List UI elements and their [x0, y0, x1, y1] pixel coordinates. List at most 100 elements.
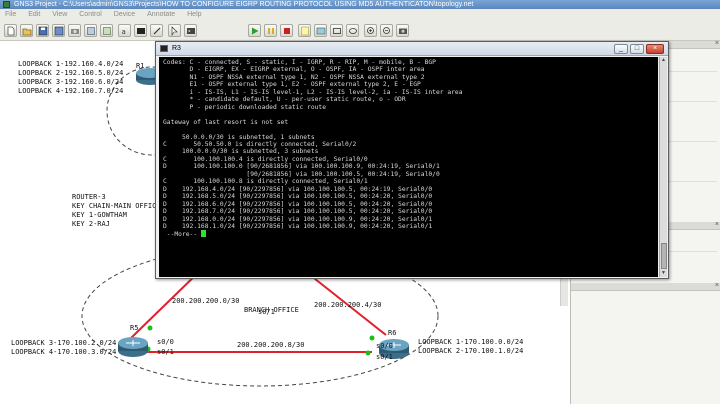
console-line: C 100.100.100.4 is directly connected, S…: [163, 155, 368, 163]
r1-loopback-2: LOOPBACK 2-192.160.5.0/24: [18, 69, 124, 77]
note-icon[interactable]: [298, 24, 311, 37]
menu-device[interactable]: Device: [109, 9, 140, 20]
console-line: D 192.168.0.0/24 [90/2297856] via 100.10…: [163, 215, 433, 223]
r5-s00-status-dot: [147, 325, 153, 331]
console-scrollbar[interactable]: ▲ ▼: [659, 57, 667, 277]
scrollbar-thumb[interactable]: [661, 243, 667, 269]
link-r5-r3-network: 200.200.200.0/30: [172, 297, 240, 305]
scroll-up-icon[interactable]: ▲: [660, 57, 667, 64]
close-icon[interactable]: ×: [715, 40, 719, 47]
r6-s00-label: s0/0: [376, 342, 393, 350]
svg-text:a: a: [122, 28, 126, 36]
r3-interface-label: s0/1: [258, 308, 275, 316]
more-prompt: --More--: [163, 231, 201, 239]
save-project-icon[interactable]: [36, 24, 49, 37]
console-line: Gateway of last resort is not set: [163, 118, 289, 126]
router-console-window[interactable]: R3 _ □ × Codes: C - connected, S - stati…: [155, 41, 669, 279]
console-header: ×: [571, 282, 720, 291]
close-icon[interactable]: ×: [715, 221, 719, 228]
router-r5-icon[interactable]: [118, 337, 148, 357]
menu-annotate[interactable]: Annotate: [142, 9, 180, 20]
snapshot-icon[interactable]: [68, 24, 81, 37]
close-icon[interactable]: ×: [715, 282, 719, 289]
console-line: D 192.168.6.0/24 [90/2297856] via 100.10…: [163, 200, 433, 208]
console-line: D 192.168.4.0/24 [90/2297856] via 100.10…: [163, 185, 433, 193]
console-line: Codes: C - connected, S - static, I - IG…: [163, 59, 436, 66]
r5-loopback-3: LOOPBACK 3-170.100.2.0/24: [11, 339, 117, 347]
select-icon[interactable]: [168, 24, 181, 37]
console-line: D 100.100.100.0 [90/2681856] via 100.100…: [163, 163, 440, 171]
r6-loopback-1: LOOPBACK 1-170.100.0.0/24: [418, 338, 524, 346]
import-icon[interactable]: [84, 24, 97, 37]
new-project-icon[interactable]: [4, 24, 17, 37]
menu-file[interactable]: File: [0, 9, 21, 20]
console-titlebar[interactable]: R3 _ □ ×: [156, 42, 668, 56]
console-line: E1 - OSPF external type 1, E2 - OSPF ext…: [163, 81, 421, 89]
console-line: i - IS-IS, L1 - IS-IS level-1, L2 - IS-I…: [163, 88, 463, 96]
link-r5-r6-network: 200.200.200.8/30: [237, 341, 305, 349]
terminal-icon: [160, 45, 168, 52]
zoom-out-icon[interactable]: [380, 24, 393, 37]
close-button[interactable]: ×: [646, 44, 664, 54]
ellipse-icon[interactable]: [346, 24, 359, 37]
r5-s00-label: s0/0: [157, 338, 174, 346]
menu-bar: File Edit View Control Device Annotate H…: [0, 9, 720, 20]
menu-view[interactable]: View: [47, 9, 72, 20]
console-line: D 192.168.7.0/24 [90/2297856] via 100.10…: [163, 208, 433, 216]
console-line: D 192.168.5.0/24 [90/2297856] via 100.10…: [163, 193, 433, 201]
console-line: P - periodic downloaded static route: [163, 103, 327, 111]
console-all-icon[interactable]: [134, 24, 147, 37]
stop-icon[interactable]: [280, 24, 293, 37]
scroll-down-icon[interactable]: ▼: [660, 270, 667, 277]
console-line: [90/2681856] via 100.100.100.5, 00:24:19…: [163, 170, 440, 178]
terminal-cursor: [200, 230, 206, 238]
r6-s01-label: s0/1: [376, 353, 393, 361]
console-text: Codes: C - connected, S - static, I - IG…: [163, 59, 463, 239]
r1-loopback-3: LOOPBACK 3-192.160.6.0/24: [18, 78, 124, 86]
r5-label: R5: [130, 324, 139, 332]
menu-help[interactable]: Help: [182, 9, 206, 20]
screenshot-icon[interactable]: [396, 24, 409, 37]
r6-loopback-2: LOOPBACK 2-170.100.1.0/24: [418, 347, 524, 355]
r5-s01-label: s0/1: [157, 348, 174, 356]
save-as-icon[interactable]: [52, 24, 65, 37]
r6-s01-status-dot: [365, 350, 371, 356]
console-line: C 50.50.50.0 is directly connected, Seri…: [163, 140, 357, 148]
add-link-icon[interactable]: [150, 24, 163, 37]
console-line: C 100.100.100.8 is directly connected, S…: [163, 178, 368, 186]
console-line: 100.0.0.0/30 is subnetted, 3 subnets: [163, 148, 319, 156]
pause-icon[interactable]: [264, 24, 277, 37]
console-line: N1 - OSPF NSSA external type 1, N2 - OSP…: [163, 73, 425, 81]
r3-note-key2: KEY 2-RAJ: [72, 220, 110, 228]
menu-control[interactable]: Control: [74, 9, 107, 20]
console-output[interactable]: Codes: C - connected, S - static, I - IG…: [159, 57, 658, 277]
open-project-icon[interactable]: [20, 24, 33, 37]
r1-loopback-1: LOOPBACK 1-192.160.4.0/24: [18, 60, 124, 68]
r5-loopback-4: LOOPBACK 4-170.100.3.0/24: [11, 348, 117, 356]
minimize-button[interactable]: _: [614, 44, 628, 54]
r6-label: R6: [388, 329, 397, 337]
console-title: R3: [172, 45, 181, 52]
maximize-button[interactable]: □: [630, 44, 644, 54]
link-r6-r3-network: 200.200.200.4/30: [314, 301, 382, 309]
console-line: D 192.168.1.0/24 [90/2297856] via 100.10…: [163, 222, 433, 230]
picture-icon[interactable]: [314, 24, 327, 37]
rectangle-icon[interactable]: [330, 24, 343, 37]
start-icon[interactable]: [248, 24, 261, 37]
r3-note-keychain: KEY CHAIN-MAIN OFFICE: [72, 202, 161, 210]
menu-edit[interactable]: Edit: [23, 9, 45, 20]
export-icon[interactable]: [100, 24, 113, 37]
console-line: D - EIGRP, EX - EIGRP external, O - OSPF…: [163, 66, 425, 74]
console-line: * - candidate default, U - per-user stat…: [163, 96, 406, 104]
toolbar: a: [0, 20, 720, 41]
gns3-window: GNS3 Project - C:\Users\admin\GNS3\Proje…: [0, 0, 720, 404]
window-title: GNS3 Project - C:\Users\admin\GNS3\Proje…: [14, 1, 474, 8]
show-labels-icon[interactable]: a: [118, 24, 131, 37]
r1-loopback-4: LOOPBACK 4-192.160.7.0/24: [18, 87, 124, 95]
zoom-in-icon[interactable]: [364, 24, 377, 37]
r1-label: R1: [136, 62, 145, 70]
r3-note-key1: KEY 1-GOWTHAM: [72, 211, 127, 219]
r6-s00-status-dot: [369, 335, 375, 341]
console-icon[interactable]: [184, 24, 197, 37]
r3-note-router: ROUTER-3: [72, 193, 106, 201]
